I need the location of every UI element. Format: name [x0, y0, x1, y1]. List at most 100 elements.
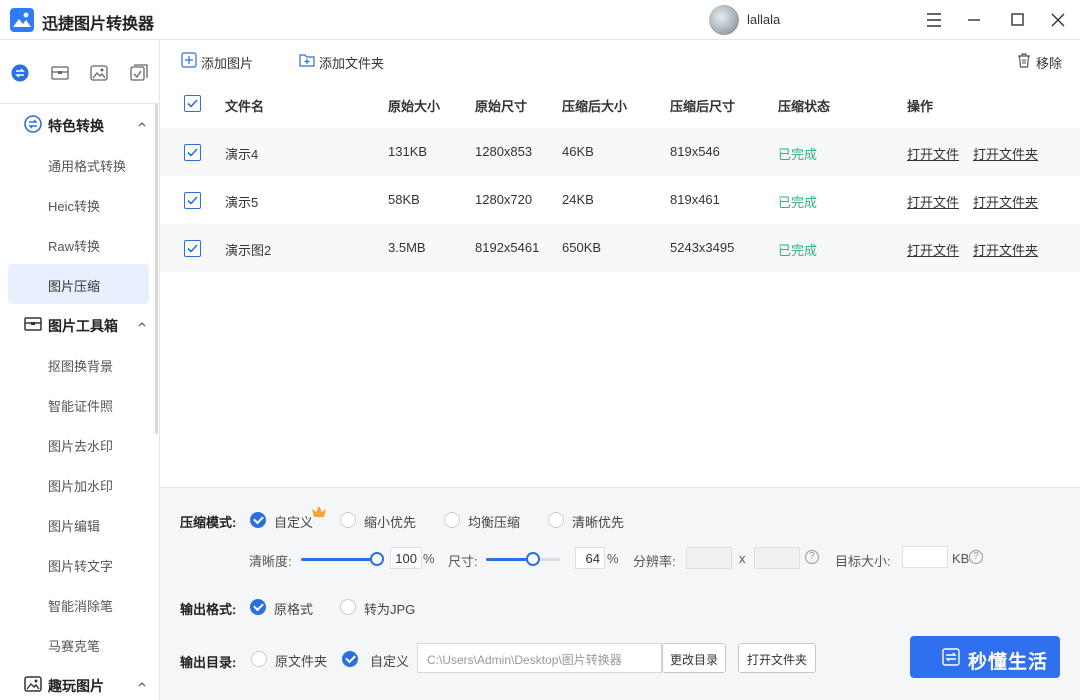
sidebar-item-raw-convert[interactable]: Raw转换: [8, 224, 149, 264]
row-checkbox[interactable]: [184, 240, 201, 257]
maximize-icon[interactable]: [1005, 8, 1029, 32]
row-checkbox[interactable]: [184, 192, 201, 209]
open-folder-button[interactable]: 打开文件夹: [738, 643, 816, 673]
sidebar-item-label: 智能消除笔: [48, 599, 114, 614]
table-row[interactable]: 演示图2 3.5MB 8192x5461 650KB 5243x3495 已完成…: [160, 224, 1080, 272]
check-icon: [187, 196, 198, 205]
size-slider[interactable]: [486, 552, 560, 566]
format-original-radio[interactable]: [250, 599, 266, 615]
column-header: 原始尺寸: [475, 99, 528, 114]
clarity-input[interactable]: 100: [390, 547, 422, 569]
mode-custom-radio[interactable]: [250, 512, 266, 528]
mode-balanced-label[interactable]: 均衡压缩: [468, 512, 520, 531]
add-image-label: 添加图片: [201, 56, 254, 71]
cell-orig-dim: 1280x853: [475, 144, 533, 159]
table-row[interactable]: 演示5 58KB 1280x720 24KB 819x461 已完成 打开文件 …: [160, 176, 1080, 224]
resolution-height-input[interactable]: [754, 547, 800, 569]
sidebar-item-general-convert[interactable]: 通用格式转换: [8, 144, 149, 184]
app-logo-icon: [10, 8, 34, 32]
change-dir-button[interactable]: 更改目录: [662, 643, 726, 673]
chevron-up-icon: [138, 122, 146, 127]
open-file-link[interactable]: 打开文件: [907, 144, 959, 163]
format-jpg-radio[interactable]: [340, 599, 356, 615]
column-header: 压缩后大小: [562, 99, 628, 114]
dir-custom-label[interactable]: 自定义: [370, 651, 409, 670]
sidebar-item-ocr[interactable]: 图片转文字: [8, 544, 149, 584]
sidebar-item-image-edit[interactable]: 图片编辑: [8, 504, 149, 544]
select-all-checkbox[interactable]: [184, 95, 201, 112]
username[interactable]: lallala: [747, 12, 780, 27]
sidebar-group-toolbox[interactable]: 图片工具箱: [0, 304, 155, 344]
start-compress-button[interactable]: 秒懂生活: [910, 636, 1060, 678]
cell-filename: 演示图2: [225, 243, 272, 258]
close-icon[interactable]: [1046, 8, 1070, 32]
check-icon: [187, 148, 198, 157]
add-folder-button[interactable]: 添加文件夹: [299, 52, 393, 71]
avatar[interactable]: [709, 5, 739, 35]
mode-clarity-label[interactable]: 清晰优先: [572, 512, 624, 531]
check-icon: [187, 244, 198, 253]
target-size-input[interactable]: [902, 546, 948, 568]
sidebar-item-remove-watermark[interactable]: 图片去水印: [8, 424, 149, 464]
size-input[interactable]: 64: [575, 547, 605, 569]
resolution-width-input[interactable]: [686, 547, 732, 569]
clarity-slider-knob[interactable]: [370, 552, 384, 566]
open-file-link[interactable]: 打开文件: [907, 240, 959, 259]
open-folder-link[interactable]: 打开文件夹: [973, 144, 1038, 163]
sidebar-item-label: 图片去水印: [48, 439, 114, 454]
mode-shrink-label[interactable]: 缩小优先: [364, 512, 416, 531]
sidebar-item-heic-convert[interactable]: Heic转换: [8, 184, 149, 224]
table-row[interactable]: 演示4 131KB 1280x853 46KB 819x546 已完成 打开文件…: [160, 128, 1080, 176]
mode-clarity-radio[interactable]: [548, 512, 564, 528]
sidebar-item-mosaic[interactable]: 马赛克笔: [8, 624, 149, 664]
clarity-slider-fill: [301, 558, 377, 561]
format-jpg-label[interactable]: 转为JPG: [364, 599, 415, 618]
menu-icon[interactable]: [922, 8, 946, 32]
sidebar-item-label: 通用格式转换: [48, 159, 127, 174]
toolbox-category-icon[interactable]: [51, 64, 69, 82]
column-header: 压缩后尺寸: [670, 99, 736, 114]
open-folder-link[interactable]: 打开文件夹: [973, 240, 1038, 259]
sidebar-group-label: 图片工具箱: [48, 318, 118, 334]
mode-shrink-radio[interactable]: [340, 512, 356, 528]
fun-category-icon[interactable]: [130, 64, 148, 82]
dir-original-radio[interactable]: [251, 651, 267, 667]
output-format-label: 输出格式:: [180, 602, 237, 617]
clarity-slider[interactable]: [301, 552, 384, 566]
convert-category-icon[interactable]: [11, 64, 29, 82]
sidebar-item-smart-eraser[interactable]: 智能消除笔: [8, 584, 149, 624]
start-button-label: 秒懂生活: [968, 652, 1049, 673]
target-size-help-icon[interactable]: ?: [969, 550, 983, 564]
remove-button[interactable]: 移除: [1016, 52, 1066, 71]
cell-orig-size: 131KB: [388, 144, 428, 159]
sidebar-item-add-watermark[interactable]: 图片加水印: [8, 464, 149, 504]
sidebar-group-fun[interactable]: 趣玩图片: [0, 664, 155, 700]
output-path-input[interactable]: C:\Users\Admin\Desktop\图片转换器: [417, 643, 662, 673]
image-category-icon[interactable]: [90, 64, 108, 82]
mode-balanced-radio[interactable]: [444, 512, 460, 528]
title-bar: 迅捷图片转换器 lallala: [0, 0, 1080, 40]
row-checkbox[interactable]: [184, 144, 201, 161]
sidebar-group-label: 特色转换: [48, 118, 104, 134]
cell-status: 已完成: [778, 195, 818, 210]
sidebar-item-label: Heic转换: [48, 199, 101, 214]
resolution-help-icon[interactable]: ?: [805, 550, 819, 564]
open-file-link[interactable]: 打开文件: [907, 192, 959, 211]
format-original-label[interactable]: 原格式: [274, 599, 313, 618]
table-header: 文件名 原始大小 原始尺寸 压缩后大小 压缩后尺寸 压缩状态 操作: [160, 81, 1080, 127]
sidebar-item-id-photo[interactable]: 智能证件照: [8, 384, 149, 424]
mode-custom-label[interactable]: 自定义: [274, 512, 313, 531]
add-image-button[interactable]: 添加图片: [181, 52, 261, 71]
cell-filename: 演示5: [225, 195, 259, 210]
size-slider-knob[interactable]: [526, 552, 540, 566]
cell-new-dim: 819x461: [670, 192, 720, 207]
open-folder-link[interactable]: 打开文件夹: [973, 192, 1038, 211]
dir-custom-radio[interactable]: [342, 651, 358, 667]
sidebar-scrollbar[interactable]: [155, 104, 158, 434]
sidebar-item-cutout[interactable]: 抠图换背景: [8, 344, 149, 384]
dir-original-label[interactable]: 原文件夹: [275, 651, 327, 670]
sidebar-item-image-compress[interactable]: 图片压缩: [8, 264, 149, 304]
sidebar-group-special[interactable]: 特色转换: [0, 104, 155, 144]
minimize-icon[interactable]: [962, 8, 986, 32]
size-label: 尺寸:: [448, 554, 478, 569]
